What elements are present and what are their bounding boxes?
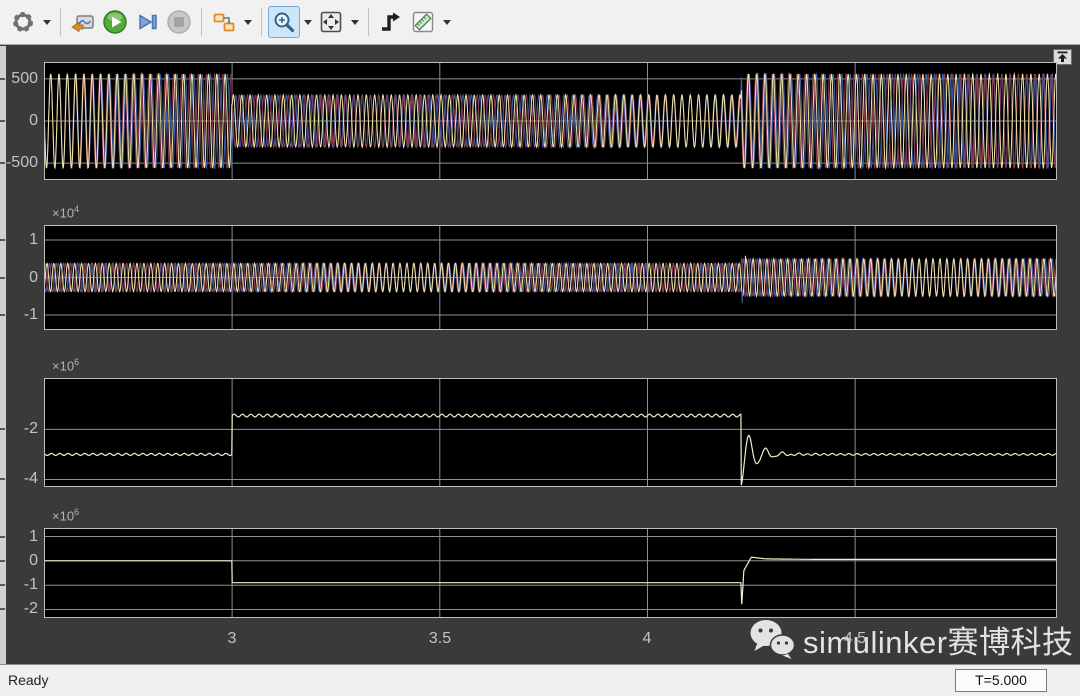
simulation-time-value: T=5.000: [975, 672, 1027, 688]
edge-tick-mark: [0, 77, 5, 80]
scope-plot-1[interactable]: [43, 62, 1058, 180]
x-tick-label: 4.5: [843, 630, 867, 647]
edge-tick-mark: [0, 608, 5, 611]
fit-to-view-icon: [320, 11, 342, 33]
chevron-down-icon: [350, 19, 359, 25]
waveform-canvas[interactable]: [43, 62, 1058, 180]
measurements-button[interactable]: [407, 6, 439, 38]
chevron-down-icon: [303, 19, 312, 25]
y-tick-label: 0: [29, 112, 38, 129]
axis-multiplier-label: ×104: [52, 204, 80, 221]
fit-to-view-button[interactable]: [315, 6, 347, 38]
edge-tick-mark: [0, 559, 5, 562]
x-tick-label: 3.5: [428, 630, 452, 647]
y-tick-label: -2: [23, 420, 38, 438]
edge-tick-mark: [0, 239, 5, 241]
wechat-icon: [750, 620, 796, 659]
run-button[interactable]: [99, 6, 131, 38]
status-text: Ready: [8, 672, 49, 688]
toolbar-separator: [261, 8, 262, 36]
axis-multiplier-label: ×106: [52, 507, 80, 524]
measurements-ruler-icon: [412, 11, 434, 33]
edge-tick-mark: [0, 276, 5, 279]
x-tick-label: 3: [227, 630, 237, 647]
y-tick-label: 0: [29, 268, 38, 286]
y-tick-label: 1: [29, 231, 38, 248]
simulink-block-diagram-button[interactable]: [208, 6, 240, 38]
toolbar-separator: [201, 8, 202, 36]
waveform-canvas[interactable]: [44, 528, 1057, 618]
y-tick-label: 1: [29, 527, 38, 545]
simulation-time-box: T=5.000: [955, 669, 1047, 692]
window-left-edge: [0, 46, 6, 664]
stop-button[interactable]: [163, 6, 195, 38]
watermark: simulinker赛博科技: [748, 616, 1074, 662]
edge-tick-mark: [0, 314, 5, 316]
chevron-down-icon: [442, 19, 451, 25]
scope-plot-3[interactable]: [43, 378, 1058, 487]
y-tick-label: -1: [23, 306, 38, 323]
zoom-button[interactable]: [268, 6, 300, 38]
chevron-down-icon: [42, 19, 51, 25]
y-tick-label: 0: [29, 551, 38, 569]
settings-dropdown[interactable]: [39, 6, 54, 38]
gear-icon: [13, 12, 33, 32]
trigger-icon: [382, 12, 400, 31]
y-tick-label: -2: [23, 600, 38, 618]
stop-icon: [167, 10, 191, 34]
fit-to-view-dropdown[interactable]: [347, 6, 362, 38]
scope-figure-area: simulinker赛博科技 500 0 -500 1 0 -1 ×104 -2 -4 ×106 1…: [0, 46, 1080, 664]
toolbar-separator: [60, 8, 61, 36]
scope-toolbar: [0, 0, 1080, 45]
scope-plot-4[interactable]: [44, 528, 1057, 618]
edge-tick-mark: [0, 478, 5, 481]
edge-tick-mark: [0, 162, 5, 165]
arrow-up-to-bar-icon: [1057, 51, 1068, 62]
step-forward-button[interactable]: [131, 6, 163, 38]
highlight-simulink-block-button[interactable]: [67, 6, 99, 38]
scope-plot-2[interactable]: [43, 225, 1058, 330]
axis-multiplier-label: ×106: [52, 357, 80, 374]
trigger-button[interactable]: [375, 6, 407, 38]
zoom-in-icon: [274, 12, 295, 33]
toolbar-separator: [368, 8, 369, 36]
highlight-simulink-block-icon: [71, 15, 94, 33]
simulink-block-diagram-icon: [213, 13, 235, 32]
y-tick-label: -1: [23, 576, 38, 594]
edge-tick-mark: [0, 584, 5, 587]
block-diagram-dropdown[interactable]: [240, 6, 255, 38]
status-bar: Ready T=5.000: [0, 664, 1080, 696]
edge-tick-mark: [0, 535, 5, 538]
settings-button[interactable]: [7, 6, 39, 38]
x-tick-label: 4: [642, 630, 652, 647]
waveform-canvas[interactable]: [43, 378, 1058, 487]
measurements-dropdown[interactable]: [439, 6, 454, 38]
step-forward-icon: [139, 14, 157, 30]
run-icon: [103, 10, 127, 34]
y-tick-label: -500: [5, 154, 38, 172]
y-tick-label: 500: [11, 69, 38, 87]
zoom-dropdown[interactable]: [300, 6, 315, 38]
waveform-canvas[interactable]: [43, 225, 1058, 330]
y-tick-label: -4: [23, 470, 38, 488]
edge-tick-mark: [0, 428, 5, 431]
edge-tick-mark: [0, 120, 5, 122]
chevron-down-icon: [243, 19, 252, 25]
